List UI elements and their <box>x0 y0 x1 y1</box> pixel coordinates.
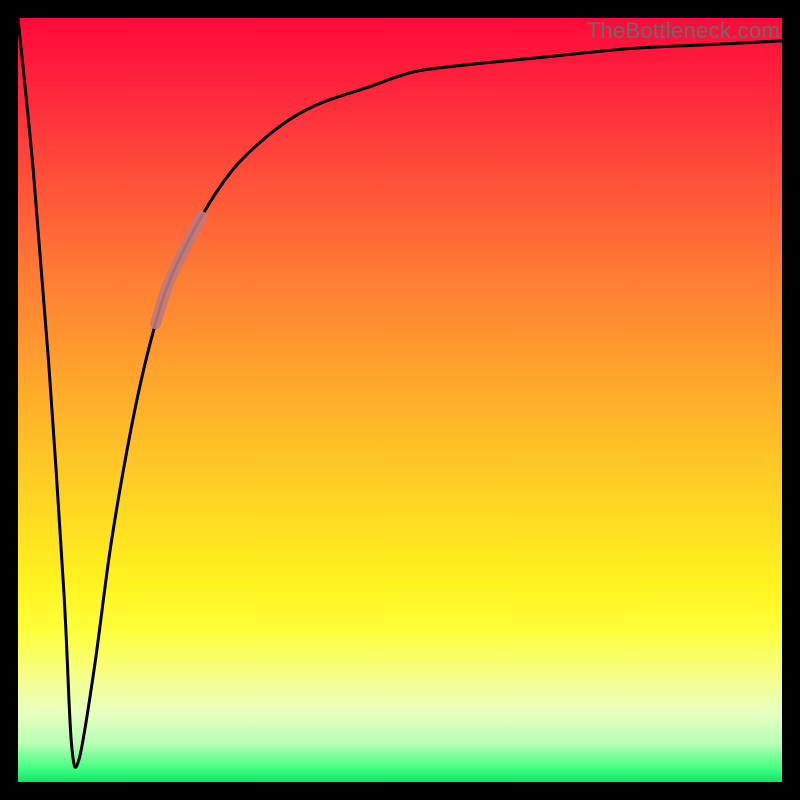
frame-right <box>782 0 800 800</box>
frame-left <box>0 0 18 800</box>
frame-top <box>0 0 800 18</box>
frame-bottom <box>0 782 800 800</box>
gradient-background <box>18 18 782 782</box>
chart-stage: TheBottleneck.com <box>0 0 800 800</box>
watermark-text: TheBottleneck.com <box>587 18 780 44</box>
